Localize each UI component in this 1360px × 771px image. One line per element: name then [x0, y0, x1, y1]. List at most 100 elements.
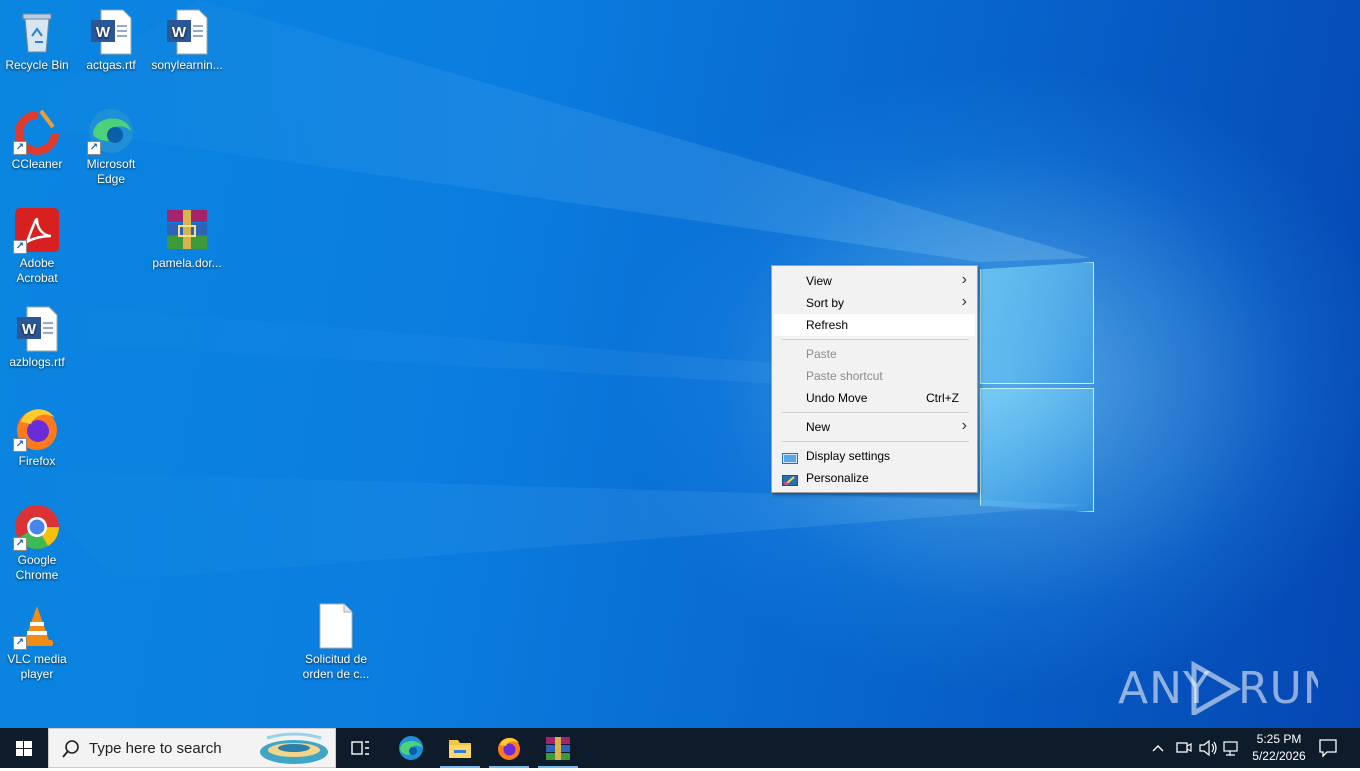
taskbar-firefox-button[interactable]	[485, 728, 533, 768]
menu-item-label: Personalize	[806, 471, 869, 485]
volume-icon	[1199, 739, 1217, 757]
menu-item-paste-shortcut[interactable]: Paste shortcut	[774, 365, 975, 387]
desktop-icon-label: Solicitud de orden de c...	[302, 652, 370, 681]
menu-item-label: Paste	[806, 347, 837, 361]
tray-volume-button[interactable]	[1195, 728, 1219, 768]
shortcut-arrow-icon: ↗	[13, 636, 27, 650]
blank-file-icon	[312, 602, 360, 650]
desktop-icon-label: Adobe Acrobat	[16, 256, 58, 285]
file-explorer-icon	[449, 740, 471, 758]
menu-separator	[782, 441, 969, 442]
taskbar-clock[interactable]: 5:25 PM 5/22/2026	[1248, 731, 1310, 765]
firefox-icon	[498, 737, 520, 760]
chevron-right-icon: ›	[961, 271, 967, 288]
anyrun-logo: ANY RUN	[1118, 660, 1336, 718]
wallpaper-light-beams	[0, 0, 1090, 580]
menu-item-label: New	[806, 420, 831, 434]
chrome-icon: ↗	[13, 503, 61, 551]
menu-item-new[interactable]: New ›	[774, 416, 975, 438]
desktop-icon-ccleaner[interactable]: ↗ CCleaner	[0, 103, 75, 172]
menu-item-label: Sort by	[806, 296, 845, 310]
search-icon	[62, 740, 79, 758]
taskbar-edge-button[interactable]	[387, 728, 435, 768]
task-view-button[interactable]	[336, 728, 384, 768]
desktop-icon-label: azblogs.rtf	[9, 355, 65, 369]
menu-item-refresh[interactable]: Refresh	[774, 314, 975, 336]
menu-item-paste[interactable]: Paste	[774, 343, 975, 365]
desktop-icon-recycle-bin[interactable]: Recycle Bin	[0, 4, 75, 73]
desktop-icon-acrobat[interactable]: ↗ Adobe Acrobat	[0, 202, 75, 286]
desktop-icon-vlc[interactable]: ↗ VLC media player	[0, 598, 75, 682]
desktop-icon-chrome[interactable]: ↗ Google Chrome	[0, 499, 75, 583]
ccleaner-icon: ↗	[13, 107, 61, 155]
svg-text:RUN: RUN	[1238, 663, 1318, 714]
tray-meet-now-button[interactable]	[1172, 728, 1194, 768]
taskbar-file-explorer-button[interactable]	[436, 728, 484, 768]
action-center-button[interactable]	[1306, 728, 1350, 768]
shortcut-arrow-icon: ↗	[13, 240, 27, 254]
search-placeholder: Type here to search	[89, 740, 222, 757]
clock-time: 5:25 PM	[1256, 732, 1302, 746]
shortcut-arrow-icon: ↗	[13, 141, 27, 155]
taskbar-winrar-button[interactable]	[534, 728, 582, 768]
chevron-right-icon: ›	[961, 293, 967, 310]
chevron-right-icon: ›	[961, 417, 967, 434]
desktop-icon-pamela-archive[interactable]: pamela.dor...	[149, 202, 225, 271]
desktop-icon-actgas[interactable]: W actgas.rtf	[73, 4, 149, 73]
winrar-archive-icon	[163, 206, 211, 254]
menu-item-label: View	[806, 274, 832, 288]
menu-item-label: Refresh	[806, 318, 849, 332]
desktop-icon-sonylearning[interactable]: W sonylearnin...	[149, 4, 225, 73]
svg-text:W: W	[96, 24, 111, 41]
network-icon	[1223, 741, 1238, 756]
tray-network-button[interactable]	[1219, 728, 1243, 768]
anyrun-watermark: ANY RUN	[1118, 655, 1336, 726]
desktop-icon-label: Recycle Bin	[5, 58, 69, 72]
desktop-icon-label: pamela.dor...	[152, 256, 222, 270]
menu-separator	[782, 412, 969, 413]
task-view-icon	[351, 741, 369, 755]
edge-icon	[399, 736, 423, 760]
personalize-icon	[782, 472, 798, 486]
desktop-context-menu: View › Sort by › Refresh Paste Paste sho…	[771, 265, 978, 493]
desktop-icon-label: CCleaner	[11, 157, 63, 171]
wallpaper-windows-logo-pane-top	[980, 262, 1094, 384]
notification-icon	[1319, 739, 1337, 758]
show-hidden-icons-button[interactable]	[1146, 728, 1170, 768]
svg-text:W: W	[172, 24, 187, 41]
desktop-icon-azblogs[interactable]: W azblogs.rtf	[0, 301, 75, 370]
word-doc-icon: W	[163, 8, 211, 56]
desktop-icon-label: Firefox	[18, 454, 56, 468]
start-button[interactable]	[0, 728, 48, 768]
menu-item-label: Paste shortcut	[806, 369, 883, 383]
desktop[interactable]: Recycle Bin W actgas.rtf W sonylearnin..…	[0, 0, 1360, 728]
display-settings-icon	[782, 450, 798, 464]
menu-item-personalize[interactable]: Personalize	[774, 467, 975, 489]
vlc-icon: ↗	[13, 602, 61, 650]
word-doc-icon: W	[87, 8, 135, 56]
menu-item-display-settings[interactable]: Display settings	[774, 445, 975, 467]
menu-item-view[interactable]: View ›	[774, 270, 975, 292]
desktop-icon-label: Google Chrome	[15, 553, 59, 582]
word-doc-icon: W	[13, 305, 61, 353]
edge-icon: ↗	[87, 107, 135, 155]
desktop-icon-solicitud[interactable]: Solicitud de orden de c...	[298, 598, 374, 682]
svg-text:W: W	[22, 321, 37, 338]
webcam-icon	[1176, 742, 1192, 753]
desktop-icon-label: sonylearnin...	[151, 58, 223, 72]
windows-start-icon	[16, 741, 32, 756]
recycle-bin-icon	[13, 8, 61, 56]
search-highlight-image	[260, 732, 328, 764]
desktop-icon-label: Microsoft Edge	[86, 157, 136, 186]
menu-item-undo-move[interactable]: Undo Move Ctrl+Z	[774, 387, 975, 409]
menu-item-sort-by[interactable]: Sort by ›	[774, 292, 975, 314]
menu-item-label: Display settings	[806, 449, 891, 463]
taskbar: Type here to search 5:25 PM 5/22/2026	[0, 728, 1360, 768]
chevron-up-icon	[1152, 745, 1164, 752]
desktop-icon-firefox[interactable]: ↗ Firefox	[0, 400, 75, 469]
taskbar-search-box[interactable]: Type here to search	[48, 728, 336, 768]
shortcut-arrow-icon: ↗	[13, 537, 27, 551]
firefox-icon: ↗	[13, 404, 61, 452]
desktop-icon-edge[interactable]: ↗ Microsoft Edge	[73, 103, 149, 187]
desktop-icon-label: VLC media player	[7, 652, 67, 681]
